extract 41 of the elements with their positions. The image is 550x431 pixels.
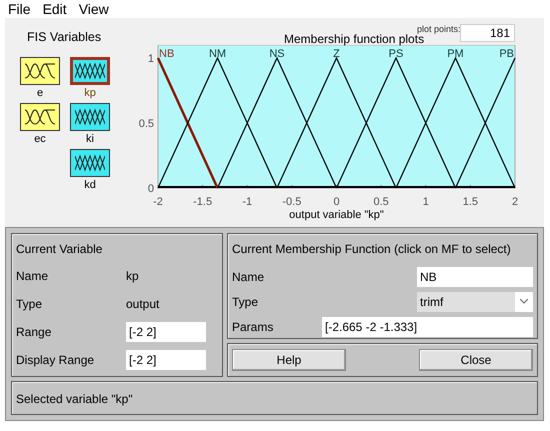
- variable-label: ec: [34, 132, 46, 147]
- panel-title: Current Variable: [16, 241, 104, 258]
- field-label: Type: [16, 296, 44, 313]
- tick-label: 0: [333, 196, 340, 208]
- tick-label: 1.5: [462, 196, 478, 208]
- mf-label: NB: [159, 48, 174, 60]
- panel-title: Current Membership Function (click on MF to select): [232, 241, 512, 258]
- mf-label: NM: [208, 48, 226, 60]
- dropdown-value: trimf: [420, 294, 444, 311]
- field-label: Display Range: [16, 352, 96, 369]
- field-value: kp: [126, 268, 139, 285]
- tick-label: 2: [512, 196, 518, 208]
- tick-label: -2: [153, 196, 163, 208]
- tick-label: 0.5: [373, 196, 389, 208]
- chart-title: Membership function plots: [284, 32, 424, 48]
- field-label: plot points:: [417, 23, 461, 34]
- variable-label: ki: [86, 132, 94, 147]
- mf-label: PB: [499, 48, 514, 60]
- mf-label: PS: [388, 48, 404, 60]
- panel-title: FIS Variables: [27, 29, 102, 46]
- tick-label: 0: [148, 183, 154, 195]
- variable-label: e: [36, 86, 44, 101]
- mf-label: Z: [333, 48, 340, 60]
- tick-label: 1: [148, 53, 154, 65]
- variable-label: kd: [84, 178, 96, 193]
- status-text: Selected variable "kp": [16, 392, 133, 406]
- tick-label: 0.5: [138, 118, 154, 130]
- axis-label: output variable "kp": [289, 209, 384, 221]
- field-value: output: [126, 296, 160, 313]
- mf-label: PM: [447, 48, 464, 60]
- variable-label: kp: [84, 86, 96, 101]
- tick-label: 1: [422, 196, 429, 208]
- field-label: Name: [232, 268, 266, 286]
- tick-label: -1.5: [193, 196, 212, 208]
- tick-label: -0.5: [282, 196, 302, 208]
- field-label: Params: [232, 319, 274, 336]
- field-label: Type: [232, 294, 260, 311]
- field-label: Name: [16, 268, 50, 285]
- tick-label: -1: [242, 196, 252, 208]
- field-label: Range: [16, 324, 52, 341]
- mf-label: NS: [269, 48, 285, 60]
